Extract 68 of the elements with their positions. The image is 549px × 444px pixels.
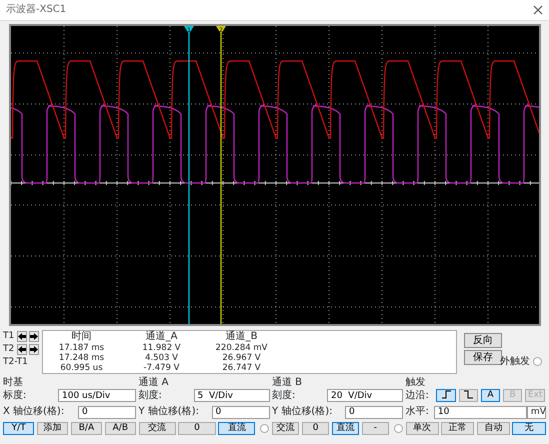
group-title: 通道 A xyxy=(138,376,169,388)
mode-button[interactable]: 无 xyxy=(512,422,546,434)
table-cell: 4.503 V xyxy=(145,353,178,363)
source-button[interactable]: A xyxy=(480,389,500,402)
input-field[interactable]: 20 V/Div xyxy=(327,389,403,402)
field-label: Y 轴位移(格): xyxy=(272,406,334,418)
field-label: 刻度: xyxy=(272,390,296,402)
field-label: 刻度: xyxy=(138,390,163,402)
edge-button[interactable] xyxy=(458,389,478,402)
cursor-line[interactable] xyxy=(184,26,194,326)
group-title: 时基 xyxy=(3,376,23,388)
falling-edge-icon xyxy=(464,390,473,400)
mode-button[interactable]: 正常 xyxy=(441,422,474,434)
radio-button[interactable] xyxy=(532,356,542,366)
arrow-button[interactable] xyxy=(16,331,27,342)
radio-button[interactable] xyxy=(260,424,270,432)
field-label: 水平: xyxy=(406,406,429,418)
window-title: 示波器-XSC1 xyxy=(6,4,66,16)
mode-button[interactable]: B/A xyxy=(70,422,102,434)
input-field[interactable]: 100 us/Div xyxy=(58,389,136,402)
column-header: 通道_A xyxy=(146,331,178,343)
input-field[interactable]: 10 xyxy=(434,406,527,418)
mode-button[interactable]: 直流 xyxy=(332,422,360,434)
field-label: Y 轴位移(格): xyxy=(138,406,200,418)
field-label: X 轴位移(格): xyxy=(3,406,66,418)
mode-button[interactable]: 直流 xyxy=(218,422,256,434)
mode-button[interactable]: 交流 xyxy=(272,422,300,434)
input-field[interactable]: 0 xyxy=(345,406,403,418)
field-label: 标度: xyxy=(3,390,28,402)
ext-trigger-label: 外触发 xyxy=(500,356,530,367)
column-header: 时间 xyxy=(72,331,92,343)
group-title: 触发 xyxy=(406,376,426,388)
mode-button[interactable]: 添加 xyxy=(36,422,68,434)
table-cell: 60.995 us xyxy=(60,363,103,373)
field-label: 边沿: xyxy=(406,390,429,402)
input-field[interactable]: 0 xyxy=(212,406,270,418)
rising-edge-icon xyxy=(442,390,451,400)
mode-button[interactable]: 自动 xyxy=(476,422,510,434)
mode-button[interactable]: Y/T xyxy=(3,422,34,434)
table-cell: 220.284 mV xyxy=(216,343,268,353)
edge-button[interactable] xyxy=(436,389,456,402)
cursor-line[interactable] xyxy=(216,26,226,326)
unit-label: mV xyxy=(526,406,546,418)
mode-button[interactable]: 交流 xyxy=(138,422,176,434)
column-header: 通道_B xyxy=(226,331,258,343)
arrow-button[interactable] xyxy=(16,344,27,355)
radio-button[interactable] xyxy=(394,424,403,432)
mode-button[interactable]: 单次 xyxy=(406,422,439,434)
table-cell: 17.187 ms xyxy=(58,343,104,353)
table-cell: 17.248 ms xyxy=(58,353,104,363)
input-field[interactable]: 0 xyxy=(78,406,136,418)
mode-button[interactable]: 0 xyxy=(178,422,216,434)
close-icon[interactable] xyxy=(533,5,543,15)
cursor-label: T1 xyxy=(3,331,14,342)
arrow-button[interactable] xyxy=(29,331,40,342)
arrow-button[interactable] xyxy=(29,344,40,355)
mode-button[interactable]: 0 xyxy=(302,422,330,434)
cursor-label: T2 xyxy=(3,344,14,355)
group-title: 通道 B xyxy=(272,376,302,388)
table-cell: -7.479 V xyxy=(144,363,180,373)
table-cell: 26.967 V xyxy=(222,353,261,363)
mode-button[interactable]: - xyxy=(362,422,389,434)
table-cell: 11.982 V xyxy=(142,343,181,353)
table-cell: 26.747 V xyxy=(222,363,261,373)
mode-button[interactable]: A/B xyxy=(104,422,136,434)
cursor-label: T2-T1 xyxy=(3,357,28,368)
side-button[interactable]: 反向 xyxy=(464,332,502,348)
input-field[interactable]: 5 V/Div xyxy=(194,389,270,402)
